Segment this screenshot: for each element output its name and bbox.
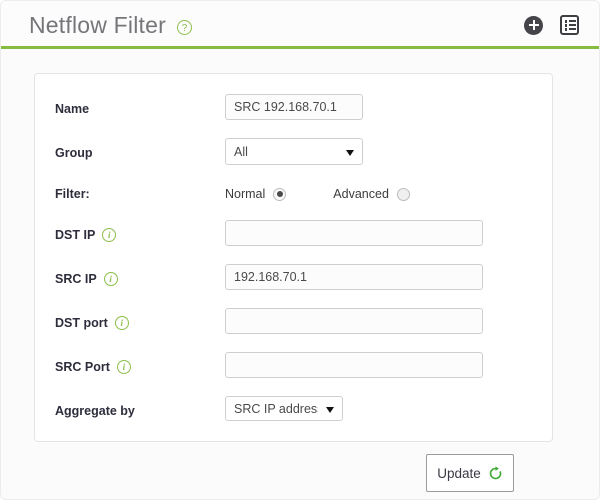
- label-filter: Filter:: [55, 187, 90, 201]
- name-input[interactable]: [225, 94, 363, 120]
- label-dst-ip: DST IP i: [55, 220, 117, 250]
- info-icon[interactable]: i: [103, 272, 118, 286]
- label-group: Group: [55, 146, 93, 160]
- radio-label-normal: Normal: [225, 187, 266, 201]
- dst-port-input[interactable]: [225, 308, 483, 334]
- aggregate-by-select[interactable]: SRC IP address: [225, 396, 343, 421]
- page-header: Netflow Filter ?: [1, 1, 599, 49]
- refresh-circle-icon: [489, 465, 502, 479]
- page-title: Netflow Filter: [29, 12, 166, 38]
- page-title-group: Netflow Filter ?: [29, 12, 192, 39]
- label-dst-port: DST port i: [55, 308, 129, 338]
- update-button-label: Update: [437, 465, 481, 481]
- src-ip-input[interactable]: [225, 264, 483, 290]
- group-select-wrap: All: [225, 138, 363, 165]
- info-icon[interactable]: i: [114, 316, 129, 330]
- radio-dot-normal[interactable]: [273, 187, 287, 201]
- form-row-name: Name: [35, 94, 552, 124]
- filter-mode-radio-group: Normal Advanced: [225, 179, 410, 209]
- netflow-filter-page: Netflow Filter ? Name Group All: [0, 0, 600, 500]
- form-row-group: Group All: [35, 138, 552, 168]
- header-actions: [524, 15, 579, 35]
- radio-option-advanced[interactable]: Advanced: [333, 187, 410, 201]
- form-row-dst-port: DST port i: [35, 308, 552, 338]
- label-name: Name: [55, 102, 90, 116]
- question-circle-icon[interactable]: ?: [177, 19, 192, 35]
- group-select[interactable]: All: [225, 138, 363, 165]
- info-icon[interactable]: i: [102, 228, 117, 242]
- form-row-filter: Filter: Normal Advanced: [35, 179, 552, 209]
- label-aggregate-by: Aggregate by: [55, 404, 135, 418]
- radio-label-advanced: Advanced: [333, 187, 389, 201]
- form-row-dst-ip: DST IP i: [35, 220, 552, 250]
- form-row-src-port: SRC Port i: [35, 352, 552, 382]
- filter-form-card: Name Group All Filter: Normal Adv: [34, 73, 553, 442]
- dst-ip-input[interactable]: [225, 220, 483, 246]
- report-list-icon[interactable]: [560, 15, 579, 35]
- label-src-ip: SRC IP i: [55, 264, 118, 294]
- aggregate-select-wrap: SRC IP address: [225, 396, 343, 421]
- form-row-aggregate-by: Aggregate by SRC IP address: [35, 396, 552, 426]
- info-icon[interactable]: i: [116, 360, 131, 374]
- src-port-input[interactable]: [225, 352, 483, 378]
- radio-dot-advanced[interactable]: [396, 187, 410, 201]
- radio-option-normal[interactable]: Normal: [225, 187, 287, 201]
- form-row-src-ip: SRC IP i: [35, 264, 552, 294]
- update-button[interactable]: Update: [426, 454, 514, 492]
- add-circle-icon[interactable]: [524, 15, 543, 35]
- label-src-port: SRC Port i: [55, 352, 131, 382]
